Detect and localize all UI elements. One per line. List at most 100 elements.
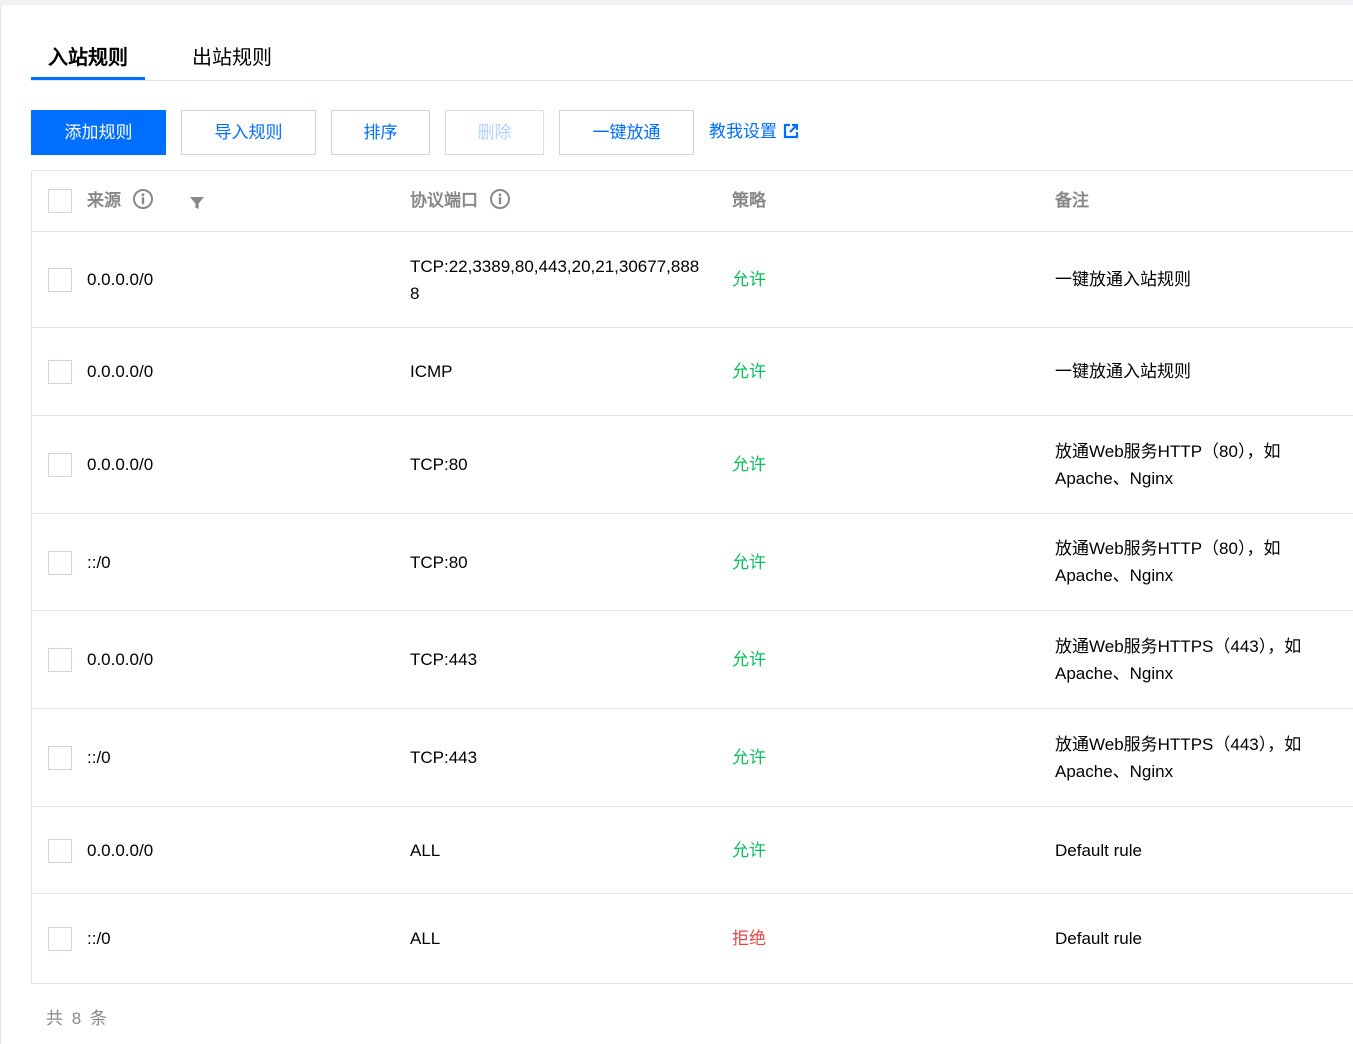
cell-source-text: ::/0 — [87, 929, 111, 948]
cell-remark: Default rule — [1055, 894, 1345, 983]
cell-policy: 允许 — [732, 416, 932, 513]
row-checkbox[interactable] — [48, 453, 72, 477]
cell-policy: 允许 — [732, 709, 932, 806]
cell-policy: 允许 — [732, 328, 932, 415]
cell-protocol-port: ICMP — [410, 328, 702, 415]
cell-remark-text: Default rule — [1055, 929, 1142, 948]
cell-protocol-port: TCP:80 — [410, 514, 702, 610]
row-checkbox[interactable] — [48, 746, 72, 770]
table-row: 0.0.0.0/0 TCP:80 允许 放通Web服务HTTP（80），如Apache… — [32, 416, 1353, 514]
cell-source: 0.0.0.0/0 — [87, 328, 387, 415]
header-source: 来源 — [87, 171, 154, 231]
help-setup-label: 教我设置 — [709, 122, 777, 141]
cell-remark: 放通Web服务HTTPS（443），如Apache、Nginx — [1055, 611, 1330, 708]
cell-remark: Default rule — [1055, 807, 1345, 893]
cell-source: 0.0.0.0/0 — [87, 416, 387, 513]
table-row: 0.0.0.0/0 ICMP 允许 一键放通入站规则 — [32, 328, 1353, 416]
header-source-label: 来源 — [87, 191, 121, 210]
cell-protocol-port-text: TCP:22,3389,80,443,20,21,30677,8888 — [410, 256, 700, 303]
cell-source: ::/0 — [87, 514, 387, 610]
header-policy: 策略 — [732, 191, 766, 210]
cell-policy: 拒绝 — [732, 894, 932, 983]
cell-remark-text: 放通Web服务HTTP（80），如Apache、Nginx — [1055, 539, 1281, 585]
cell-policy-text: 拒绝 — [732, 929, 766, 948]
row-checkbox[interactable] — [48, 268, 72, 292]
cell-protocol-port-text: ALL — [410, 929, 441, 948]
cell-protocol-port: TCP:443 — [410, 709, 702, 806]
external-link-icon — [783, 123, 799, 139]
header-protocol-port-label: 协议端口 — [410, 191, 478, 210]
cell-policy-text: 允许 — [732, 455, 766, 474]
info-circle-icon[interactable] — [132, 188, 154, 210]
row-checkbox[interactable] — [48, 360, 72, 384]
cell-protocol-port-text: TCP:443 — [410, 748, 478, 767]
open-all-button[interactable]: 一键放通 — [559, 110, 694, 155]
tab-outbound-label: 出站规则 — [192, 47, 272, 69]
rule-tabs: 入站规则 出站规则 — [31, 40, 1353, 81]
cell-remark-text: 放通Web服务HTTPS（443），如Apache、Nginx — [1055, 734, 1302, 781]
cell-source: ::/0 — [87, 894, 387, 983]
cell-source-text: 0.0.0.0/0 — [87, 362, 154, 381]
tab-outbound-rules[interactable]: 出站规则 — [177, 40, 287, 79]
row-checkbox[interactable] — [48, 648, 72, 672]
help-setup-link[interactable]: 教我设置 — [709, 110, 799, 155]
cell-remark-text: 放通Web服务HTTP（80），如Apache、Nginx — [1055, 441, 1281, 488]
cell-source-text: ::/0 — [87, 552, 111, 572]
cell-policy: 允许 — [732, 807, 932, 893]
cell-protocol-port: ALL — [410, 894, 702, 983]
filter-icon[interactable] — [190, 196, 204, 210]
rules-table: 来源 协议端口 策略 备注 0.0.0.0/0 TCP:22,3389,80,44… — [31, 170, 1353, 984]
cell-policy-text: 允许 — [732, 748, 766, 767]
table-row: ::/0 TCP:80 允许 放通Web服务HTTP（80），如Apache、Ngin… — [32, 514, 1353, 611]
cell-policy-text: 允许 — [732, 362, 766, 381]
table-row: 0.0.0.0/0 TCP:22,3389,80,443,20,21,30677,… — [32, 232, 1353, 328]
cell-policy-text: 允许 — [732, 270, 766, 289]
cell-remark-text: Default rule — [1055, 840, 1142, 860]
cell-protocol-port-text: TCP:80 — [410, 552, 468, 572]
cell-policy-text: 允许 — [732, 650, 766, 669]
import-rules-button[interactable]: 导入规则 — [181, 110, 316, 155]
cell-source: ::/0 — [87, 709, 387, 806]
cell-protocol-port-text: ALL — [410, 840, 441, 860]
cell-source-text: 0.0.0.0/0 — [87, 650, 154, 669]
cell-protocol-port-text: TCP:443 — [410, 650, 478, 669]
row-checkbox[interactable] — [48, 551, 72, 575]
tab-inbound-rules[interactable]: 入站规则 — [31, 40, 145, 80]
row-checkbox[interactable] — [48, 927, 72, 951]
cell-protocol-port: ALL — [410, 807, 702, 893]
row-checkbox[interactable] — [48, 839, 72, 863]
cell-protocol-port: TCP:443 — [410, 611, 702, 708]
table-row: ::/0 TCP:443 允许 放通Web服务HTTPS（443），如Apache、N… — [32, 709, 1353, 807]
cell-remark: 放通Web服务HTTP（80），如Apache、Nginx — [1055, 514, 1310, 610]
cell-protocol-port: TCP:22,3389,80,443,20,21,30677,8888 — [410, 232, 702, 327]
cell-remark: 放通Web服务HTTPS（443），如Apache、Nginx — [1055, 709, 1330, 806]
select-all-checkbox[interactable] — [48, 189, 72, 213]
source-filter[interactable] — [190, 171, 204, 231]
header-remark: 备注 — [1055, 191, 1089, 210]
header-protocol-port: 协议端口 — [410, 171, 511, 231]
cell-source: 0.0.0.0/0 — [87, 807, 387, 893]
cell-protocol-port-text: TCP:80 — [410, 455, 468, 474]
info-circle-icon[interactable] — [489, 188, 511, 210]
total-count: 共 8 条 — [46, 1009, 109, 1028]
cell-source-text: ::/0 — [87, 748, 111, 767]
cell-source-text: 0.0.0.0/0 — [87, 270, 154, 289]
table-row: ::/0 ALL 拒绝 Default rule — [32, 894, 1353, 983]
top-bar — [0, 0, 1353, 5]
left-border — [0, 5, 1, 1044]
cell-source-text: 0.0.0.0/0 — [87, 455, 154, 474]
cell-source-text: 0.0.0.0/0 — [87, 840, 154, 860]
cell-remark: 一键放通入站规则 — [1055, 232, 1345, 327]
cell-policy-text: 允许 — [732, 552, 766, 572]
cell-policy: 允许 — [732, 232, 932, 327]
cell-source: 0.0.0.0/0 — [87, 611, 387, 708]
cell-remark: 放通Web服务HTTP（80），如Apache、Nginx — [1055, 416, 1310, 513]
cell-policy-text: 允许 — [732, 840, 766, 860]
delete-button[interactable]: 删除 — [445, 110, 544, 155]
table-row: 0.0.0.0/0 TCP:443 允许 放通Web服务HTTPS（443），如Apa… — [32, 611, 1353, 709]
cell-remark-text: 放通Web服务HTTPS（443），如Apache、Nginx — [1055, 636, 1302, 683]
add-rule-button[interactable]: 添加规则 — [31, 110, 166, 155]
cell-remark: 一键放通入站规则 — [1055, 328, 1345, 415]
cell-protocol-port-text: ICMP — [410, 362, 453, 381]
sort-button[interactable]: 排序 — [331, 110, 430, 155]
